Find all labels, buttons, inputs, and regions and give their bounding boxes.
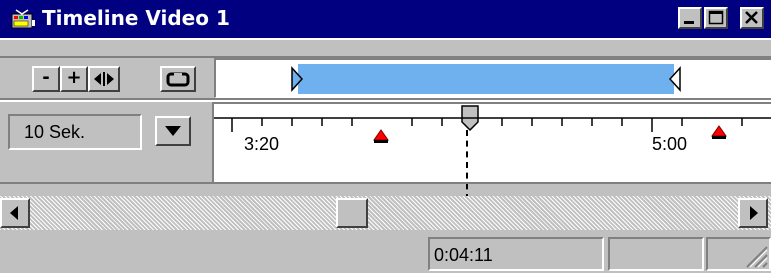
status-field-2	[608, 237, 704, 271]
status-time: 0:04:11	[434, 245, 493, 265]
chevron-down-icon	[165, 126, 181, 136]
scale-value: 10 Sek.	[24, 122, 86, 142]
zoom-out-label: -	[42, 67, 50, 88]
playhead-icon[interactable]	[458, 104, 482, 134]
scroll-thumb[interactable]	[336, 198, 368, 228]
work-area-bar[interactable]	[214, 58, 771, 98]
title-bar[interactable]: Timeline Video 1	[0, 0, 771, 38]
work-area-highlight[interactable]	[298, 64, 674, 94]
status-field-3	[706, 237, 771, 271]
zoom-in-label: +	[66, 67, 82, 88]
zoom-out-button[interactable]: -	[32, 66, 60, 92]
ruler-ticks	[214, 117, 771, 132]
maximize-button[interactable]	[704, 7, 728, 29]
ruler-label-end: 5:00	[652, 134, 688, 154]
fit-button[interactable]	[88, 66, 120, 92]
timeline-ruler[interactable]: 3:20 5:00	[212, 102, 771, 182]
arrow-right-icon	[750, 206, 758, 220]
loop-button[interactable]	[160, 66, 196, 92]
zoom-in-button[interactable]: +	[60, 66, 88, 92]
scroll-right-button[interactable]	[738, 198, 768, 228]
resize-grip-icon[interactable]	[739, 239, 769, 269]
marker-icon[interactable]	[372, 128, 390, 146]
scroll-left-button[interactable]	[0, 198, 30, 228]
close-button[interactable]	[740, 7, 764, 29]
marker-icon[interactable]	[710, 124, 728, 142]
ruler-label-start: 3:20	[244, 134, 280, 154]
minimize-button[interactable]	[678, 7, 702, 29]
out-point-icon[interactable]	[668, 66, 682, 92]
arrow-left-icon	[10, 206, 18, 220]
scale-dropdown-button[interactable]	[155, 116, 191, 146]
in-point-icon[interactable]	[290, 66, 304, 92]
maximize-icon	[708, 10, 724, 25]
status-time-field: 0:04:11	[428, 237, 604, 271]
playhead-line	[466, 130, 468, 200]
scale-dropdown[interactable]: 10 Sek.	[8, 114, 142, 150]
timeline-app-icon	[11, 9, 35, 29]
minimize-icon	[684, 21, 694, 24]
close-icon	[745, 11, 758, 24]
horizontal-scrollbar[interactable]	[0, 196, 771, 230]
fit-arrows-icon	[94, 72, 114, 86]
window-title: Timeline Video 1	[42, 6, 230, 30]
loop-icon	[166, 72, 190, 87]
